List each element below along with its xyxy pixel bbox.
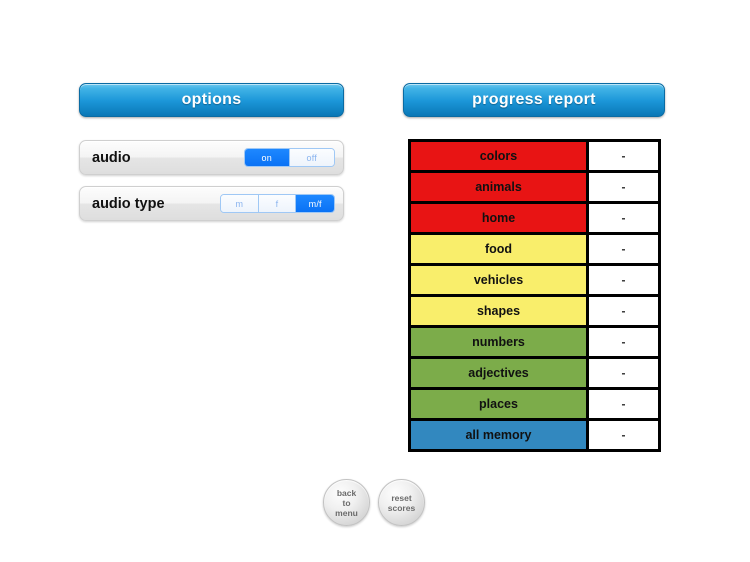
back-to-menu-label-line: to <box>342 497 351 508</box>
table-cell-score: - <box>589 359 658 387</box>
table-cell-score: - <box>589 297 658 325</box>
reset-scores-label-line: reset <box>391 492 412 503</box>
table-row: food - <box>411 235 658 263</box>
table-row: colors - <box>411 142 658 170</box>
table-cell-score: - <box>589 421 658 449</box>
option-label-audio-type: audio type <box>92 195 165 212</box>
table-cell-category: numbers <box>411 328 586 356</box>
table-row: places - <box>411 390 658 418</box>
option-row-audio: audio on off <box>79 140 344 175</box>
table-cell-category: colors <box>411 142 586 170</box>
back-to-menu-label-line: menu <box>335 507 358 518</box>
table-cell-category: vehicles <box>411 266 586 294</box>
table-cell-score: - <box>589 204 658 232</box>
audio-type-segment-f[interactable]: f <box>258 195 297 212</box>
option-row-audio-type: audio type m f m/f <box>79 186 344 221</box>
table-cell-category: animals <box>411 173 586 201</box>
table-row: numbers - <box>411 328 658 356</box>
table-cell-score: - <box>589 328 658 356</box>
table-cell-score: - <box>589 390 658 418</box>
audio-type-segmented-control[interactable]: m f m/f <box>220 194 335 213</box>
table-cell-category: shapes <box>411 297 586 325</box>
audio-segment-off[interactable]: off <box>289 149 334 166</box>
audio-toggle-segmented-control[interactable]: on off <box>244 148 335 167</box>
table-cell-category: home <box>411 204 586 232</box>
progress-report-header-label: progress report <box>472 91 596 108</box>
table-row: home - <box>411 204 658 232</box>
table-row: all memory - <box>411 421 658 449</box>
table-cell-category: adjectives <box>411 359 586 387</box>
back-to-menu-label-line: back <box>336 487 357 498</box>
progress-report-header-button[interactable]: progress report <box>403 83 665 117</box>
table-row: animals - <box>411 173 658 201</box>
audio-type-segment-m[interactable]: m <box>221 195 259 212</box>
progress-report-table: colors - animals - home - food - vehicles - shapes… <box>408 139 661 452</box>
back-to-menu-button[interactable]: back to menu <box>323 479 370 526</box>
table-cell-score: - <box>589 173 658 201</box>
reset-scores-label-line: scores <box>387 502 416 513</box>
option-label-audio: audio <box>92 149 131 166</box>
options-header-label: options <box>181 91 242 108</box>
table-row: vehicles - <box>411 266 658 294</box>
table-row: adjectives - <box>411 359 658 387</box>
table-cell-category: places <box>411 390 586 418</box>
table-cell-category: food <box>411 235 586 263</box>
options-header-button[interactable]: options <box>79 83 344 117</box>
table-row: shapes - <box>411 297 658 325</box>
table-cell-score: - <box>589 266 658 294</box>
reset-scores-button[interactable]: reset scores <box>378 479 425 526</box>
table-cell-score: - <box>589 142 658 170</box>
table-cell-score: - <box>589 235 658 263</box>
table-cell-category: all memory <box>411 421 586 449</box>
audio-type-segment-mf[interactable]: m/f <box>296 195 334 212</box>
audio-segment-on[interactable]: on <box>245 149 290 166</box>
